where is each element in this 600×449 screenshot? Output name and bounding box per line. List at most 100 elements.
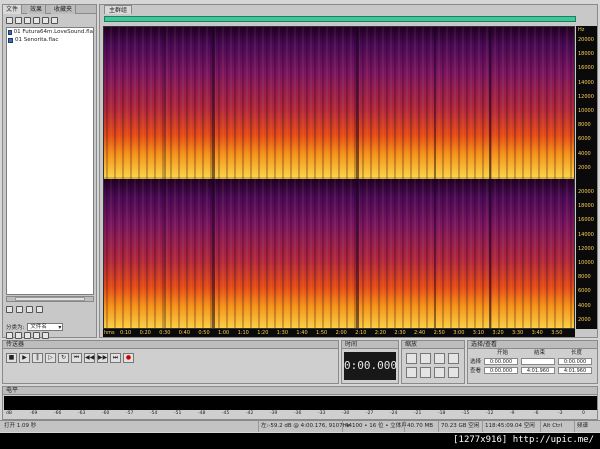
view-start-field[interactable]: 0:00.000 xyxy=(484,367,518,374)
freq-tick-label: 12000 xyxy=(578,245,594,252)
freq-tick-label: 18000 xyxy=(578,203,594,210)
freq-tick-label: 4000 xyxy=(578,150,591,157)
insert-icon[interactable] xyxy=(42,16,49,24)
tab-files[interactable]: 文件 xyxy=(3,5,23,14)
view-icons-icon[interactable] xyxy=(24,332,31,339)
files-panel-tabs: 文件 效果 收藏夹 xyxy=(3,5,96,14)
selection-row: 选择 0:00.000 0:00.000 xyxy=(470,358,596,366)
pause-button[interactable]: ‖ xyxy=(32,353,43,363)
zoom-in-h-icon[interactable] xyxy=(406,353,417,364)
selection-title: 选择/查看 xyxy=(468,341,597,349)
sort-select[interactable]: 文件名 xyxy=(27,322,64,331)
level-scale-label: -57 xyxy=(126,411,134,416)
spectrogram[interactable] xyxy=(103,26,575,329)
edit-file-icon[interactable] xyxy=(33,16,40,24)
scrollbar-thumb[interactable] xyxy=(15,297,85,301)
level-scale-label: -51 xyxy=(174,411,182,416)
level-scale-label: -48 xyxy=(198,411,206,416)
freq-tick-label: 20000 xyxy=(578,37,594,43)
view-row: 查看 0:00.000 4:01.960 4:01.960 xyxy=(470,367,596,375)
freq-tick-label: 12000 xyxy=(578,93,594,100)
time-tick-label: 0:50 xyxy=(198,330,210,336)
go-end-button[interactable]: ⏭ xyxy=(110,353,121,363)
volume-icon[interactable] xyxy=(36,306,43,313)
quiet-band xyxy=(356,27,359,328)
loop-button[interactable]: ↻ xyxy=(58,353,69,363)
close-file-icon[interactable] xyxy=(15,16,22,24)
view-list-icon[interactable] xyxy=(6,332,13,339)
status-mode: 频谱 xyxy=(574,421,588,432)
tab-favorites[interactable]: 收藏夹 xyxy=(51,5,77,14)
frequency-ruler[interactable]: Hz 20000 18000 16000 14000 12000 10000 8000 600… xyxy=(576,26,597,329)
zoom-full-icon[interactable] xyxy=(434,353,445,364)
time-tick-label: 3:10 xyxy=(472,330,485,336)
overview-bar[interactable] xyxy=(104,16,576,22)
rewind-button[interactable]: ◀◀ xyxy=(84,353,95,363)
freq-tick-label: 2000 xyxy=(578,316,591,323)
time-tick-label: 1:10 xyxy=(237,330,249,336)
list-item[interactable]: 01 Futura64m.LoveSound.fla xyxy=(7,28,93,36)
file-list-scrollbar[interactable] xyxy=(6,296,94,302)
time-tick-label: 2:40 xyxy=(414,330,426,336)
level-scale-label: -18 xyxy=(438,411,446,416)
selection-length-field[interactable]: 0:00.000 xyxy=(558,358,592,365)
stop-button[interactable]: ■ xyxy=(6,353,17,363)
time-tick-label: 2:50 xyxy=(433,330,445,336)
tab-effects[interactable]: 效果 xyxy=(27,5,47,14)
level-scale-label: -42 xyxy=(246,411,254,416)
open-file-icon[interactable] xyxy=(6,16,13,24)
watermark-bar: [1277x916] http://upic.me/ xyxy=(0,433,600,449)
time-tick-label: 1:40 xyxy=(296,330,308,336)
status-size: 40.70 MB xyxy=(404,421,433,432)
freq-tick-label: 6000 xyxy=(578,136,591,143)
level-scale-label: -21 xyxy=(414,411,422,416)
view-details-icon[interactable] xyxy=(15,332,22,339)
sort-row: 分类为: 文件名 xyxy=(6,322,94,331)
audio-file-icon xyxy=(8,29,12,35)
zoom-out-h-icon[interactable] xyxy=(420,353,431,364)
file-name: 01 Senorita.flac xyxy=(15,37,59,43)
selection-end-field[interactable] xyxy=(521,358,555,365)
time-tick-label: 3:40 xyxy=(531,330,543,336)
loop-icon[interactable] xyxy=(26,306,33,313)
zoom-right-icon[interactable] xyxy=(420,367,431,378)
play-file-icon[interactable] xyxy=(51,16,58,24)
freq-tick-label: 20000 xyxy=(578,189,594,195)
zoom-selection-icon[interactable] xyxy=(448,353,459,364)
stop-icon[interactable] xyxy=(6,306,13,313)
list-item[interactable]: 01 Senorita.flac xyxy=(7,36,93,44)
play-icon[interactable] xyxy=(16,306,23,313)
freq-tick-label: 18000 xyxy=(578,51,594,58)
selection-start-field[interactable]: 0:00.000 xyxy=(484,358,518,365)
time-tick-label: 2:20 xyxy=(374,330,387,336)
view-length-field[interactable]: 4:01.960 xyxy=(558,367,592,374)
view-end-field[interactable]: 4:01.960 xyxy=(521,367,555,374)
level-scale-label: -30 xyxy=(342,411,350,416)
record-button[interactable]: ● xyxy=(123,353,134,363)
time-ruler[interactable]: hms 0:10 0:20 0:30 0:40 0:50 1:00 1:10 1:20 1:30… xyxy=(103,329,575,337)
play-button[interactable]: ▶ xyxy=(19,353,30,363)
go-start-button[interactable]: ⏮ xyxy=(71,353,82,363)
freq-tick-label: 16000 xyxy=(578,65,594,72)
time-panel: 时间 0:00.000 xyxy=(341,340,399,384)
settings-icon[interactable] xyxy=(42,332,49,339)
freq-tick-label: 8000 xyxy=(578,274,591,281)
main-panel: 主群组 hms 0:10 0:20 0:30 0:40 0:50 1:00 1:10 1:20… xyxy=(99,4,598,338)
time-tick-label: 0:10 xyxy=(120,330,132,336)
import-icon[interactable] xyxy=(24,16,31,24)
level-scale-label: dB xyxy=(6,411,12,416)
view-thumb-icon[interactable] xyxy=(33,332,40,339)
zoom-in-v-icon[interactable] xyxy=(434,367,445,378)
zoom-left-icon[interactable] xyxy=(406,367,417,378)
freq-tick-label: 16000 xyxy=(578,217,594,224)
freq-tick-label: 10000 xyxy=(578,260,594,266)
zoom-out-v-icon[interactable] xyxy=(448,367,459,378)
level-scale-label: -15 xyxy=(462,411,470,416)
file-list[interactable]: 01 Futura64m.LoveSound.fla 01 Senorita.f… xyxy=(6,27,94,295)
play-to-end-button[interactable]: ▷ xyxy=(45,353,56,363)
quiet-band xyxy=(489,27,491,328)
forward-button[interactable]: ▶▶ xyxy=(97,353,108,363)
files-panel: 文件 效果 收藏夹 01 Futura64m.LoveSound.fla 01 … xyxy=(2,4,97,339)
freq-tick-label: 10000 xyxy=(578,108,594,114)
tab-main-group[interactable]: 主群组 xyxy=(104,5,133,14)
